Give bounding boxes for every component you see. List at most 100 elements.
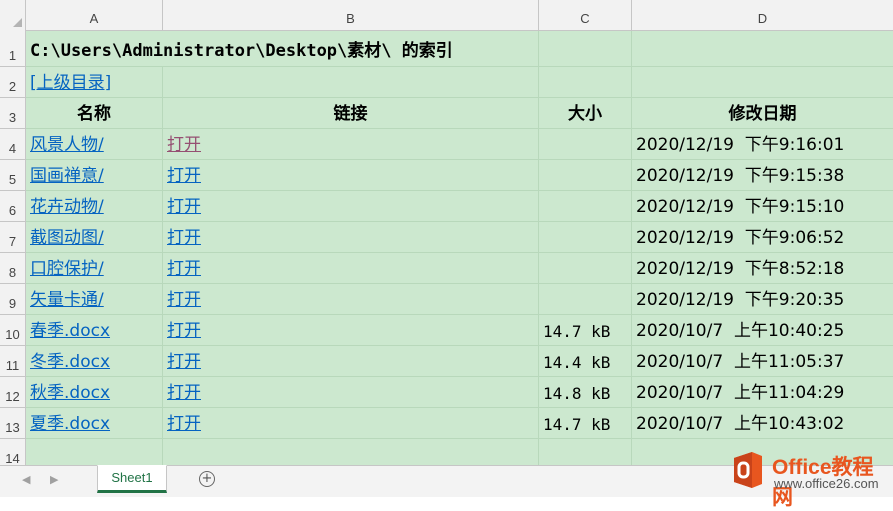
add-sheet-icon[interactable]: + bbox=[199, 471, 215, 487]
table-row-link-cell[interactable]: 打开 bbox=[163, 253, 539, 284]
table-row-link-cell[interactable]: 打开 bbox=[163, 346, 539, 377]
row-header-12[interactable]: 12 bbox=[0, 377, 25, 408]
table-row-name-cell[interactable]: 国画禅意/ bbox=[26, 160, 163, 191]
table-row-modified-cell[interactable]: 2020/10/7 上午11:05:37 bbox=[632, 346, 893, 377]
row-header-5[interactable]: 5 bbox=[0, 160, 25, 191]
table-row-link-cell[interactable]: 打开 bbox=[163, 377, 539, 408]
item-name-link[interactable]: 秋季.docx bbox=[30, 378, 110, 403]
table-row-modified-cell[interactable]: 2020/12/19 下午9:15:38 bbox=[632, 160, 893, 191]
scroll-tabs-right-icon[interactable]: ▶ bbox=[50, 473, 58, 486]
table-row-modified-cell[interactable]: 2020/12/19 下午8:52:18 bbox=[632, 253, 893, 284]
open-link[interactable]: 打开 bbox=[167, 347, 201, 372]
header-name-cell[interactable]: 名称 bbox=[26, 98, 163, 129]
table-row-name-cell[interactable]: 风景人物/ bbox=[26, 129, 163, 160]
table-row-name-cell[interactable]: 夏季.docx bbox=[26, 408, 163, 439]
table-row-size-cell[interactable] bbox=[539, 129, 632, 160]
item-name-link[interactable]: 截图动图/ bbox=[30, 223, 104, 248]
table-row-modified-cell[interactable]: 2020/10/7 上午11:04:29 bbox=[632, 377, 893, 408]
row-header-14[interactable]: 14 bbox=[0, 439, 25, 465]
table-row-size-cell[interactable]: 14.7 kB bbox=[539, 315, 632, 346]
row-header-13[interactable]: 13 bbox=[0, 408, 25, 439]
cell-c1[interactable] bbox=[539, 31, 632, 67]
table-row-size-cell[interactable] bbox=[539, 253, 632, 284]
table-row-size-cell[interactable] bbox=[539, 222, 632, 253]
cell-a2[interactable]: [上级目录] bbox=[26, 67, 163, 98]
table-row-size-cell[interactable]: 14.8 kB bbox=[539, 377, 632, 408]
open-link[interactable]: 打开 bbox=[167, 223, 201, 248]
table-row-name-cell[interactable]: 截图动图/ bbox=[26, 222, 163, 253]
open-link[interactable]: 打开 bbox=[167, 285, 201, 310]
cell-d2[interactable] bbox=[632, 67, 893, 98]
item-name-link[interactable]: 口腔保护/ bbox=[30, 254, 104, 279]
item-name-link[interactable]: 国画禅意/ bbox=[30, 161, 104, 186]
empty-cell[interactable] bbox=[26, 439, 163, 465]
table-row-modified-cell[interactable]: 2020/10/7 上午10:40:25 bbox=[632, 315, 893, 346]
sheet-tab-sheet1[interactable]: Sheet1 bbox=[97, 465, 167, 493]
row-header-9[interactable]: 9 bbox=[0, 284, 25, 315]
column-header-a[interactable]: A bbox=[26, 0, 163, 30]
table-row-name-cell[interactable]: 矢量卡通/ bbox=[26, 284, 163, 315]
table-row-link-cell[interactable]: 打开 bbox=[163, 408, 539, 439]
item-name-link[interactable]: 花卉动物/ bbox=[30, 192, 104, 217]
header-size-cell[interactable]: 大小 bbox=[539, 98, 632, 129]
row-header-3[interactable]: 3 bbox=[0, 98, 25, 129]
table-row-size-cell[interactable] bbox=[539, 191, 632, 222]
cell-a1[interactable]: C:\Users\Administrator\Desktop\素材\ 的索引 bbox=[26, 31, 539, 67]
table-row-link-cell[interactable]: 打开 bbox=[163, 222, 539, 253]
table-row-modified-cell[interactable]: 2020/12/19 下午9:16:01 bbox=[632, 129, 893, 160]
scroll-tabs-left-icon[interactable]: ◀ bbox=[22, 473, 30, 486]
open-link[interactable]: 打开 bbox=[167, 378, 201, 403]
table-row-size-cell[interactable]: 14.7 kB bbox=[539, 408, 632, 439]
row-header-11[interactable]: 11 bbox=[0, 346, 25, 377]
item-modified: 2020/12/19 下午9:15:38 bbox=[636, 166, 845, 186]
table-row-name-cell[interactable]: 口腔保护/ bbox=[26, 253, 163, 284]
open-link[interactable]: 打开 bbox=[167, 161, 201, 186]
table-row-name-cell[interactable]: 春季.docx bbox=[26, 315, 163, 346]
table-row-link-cell[interactable]: 打开 bbox=[163, 160, 539, 191]
cell-d1[interactable] bbox=[632, 31, 893, 67]
table-row-modified-cell[interactable]: 2020/12/19 下午9:15:10 bbox=[632, 191, 893, 222]
item-name-link[interactable]: 冬季.docx bbox=[30, 347, 110, 372]
item-size: 14.4 kB bbox=[543, 353, 611, 372]
table-row-link-cell[interactable]: 打开 bbox=[163, 129, 539, 160]
parent-directory-link[interactable]: [上级目录] bbox=[30, 68, 111, 93]
select-all-corner[interactable] bbox=[0, 0, 26, 30]
table-row-size-cell[interactable]: 14.4 kB bbox=[539, 346, 632, 377]
table-row-modified-cell[interactable]: 2020/10/7 上午10:43:02 bbox=[632, 408, 893, 439]
row-header-10[interactable]: 10 bbox=[0, 315, 25, 346]
open-link[interactable]: 打开 bbox=[167, 254, 201, 279]
table-row-size-cell[interactable] bbox=[539, 284, 632, 315]
table-row-name-cell[interactable]: 花卉动物/ bbox=[26, 191, 163, 222]
column-header-c[interactable]: C bbox=[539, 0, 632, 30]
header-link-cell[interactable]: 链接 bbox=[163, 98, 539, 129]
row-header-2[interactable]: 2 bbox=[0, 67, 25, 98]
row-header-1[interactable]: 1 bbox=[0, 31, 25, 67]
item-name-link[interactable]: 矢量卡通/ bbox=[30, 285, 104, 310]
item-name-link[interactable]: 春季.docx bbox=[30, 316, 110, 341]
row-header-6[interactable]: 6 bbox=[0, 191, 25, 222]
empty-cell[interactable] bbox=[163, 439, 539, 465]
row-header-4[interactable]: 4 bbox=[0, 129, 25, 160]
table-row-link-cell[interactable]: 打开 bbox=[163, 284, 539, 315]
table-row-modified-cell[interactable]: 2020/12/19 下午9:06:52 bbox=[632, 222, 893, 253]
row-header-8[interactable]: 8 bbox=[0, 253, 25, 284]
table-row-modified-cell[interactable]: 2020/12/19 下午9:20:35 bbox=[632, 284, 893, 315]
table-row-link-cell[interactable]: 打开 bbox=[163, 315, 539, 346]
column-header-b[interactable]: B bbox=[163, 0, 539, 30]
open-link[interactable]: 打开 bbox=[167, 316, 201, 341]
row-header-7[interactable]: 7 bbox=[0, 222, 25, 253]
cell-c2[interactable] bbox=[539, 67, 632, 98]
item-name-link[interactable]: 夏季.docx bbox=[30, 409, 110, 434]
table-row-name-cell[interactable]: 冬季.docx bbox=[26, 346, 163, 377]
open-link[interactable]: 打开 bbox=[167, 409, 201, 434]
column-header-d[interactable]: D bbox=[632, 0, 893, 30]
header-modified-cell[interactable]: 修改日期 bbox=[632, 98, 893, 129]
table-row-size-cell[interactable] bbox=[539, 160, 632, 191]
table-row-name-cell[interactable]: 秋季.docx bbox=[26, 377, 163, 408]
open-link[interactable]: 打开 bbox=[167, 192, 201, 217]
cell-b2[interactable] bbox=[163, 67, 539, 98]
open-link[interactable]: 打开 bbox=[167, 130, 201, 155]
table-row-link-cell[interactable]: 打开 bbox=[163, 191, 539, 222]
empty-cell[interactable] bbox=[539, 439, 632, 465]
item-name-link[interactable]: 风景人物/ bbox=[30, 130, 104, 155]
